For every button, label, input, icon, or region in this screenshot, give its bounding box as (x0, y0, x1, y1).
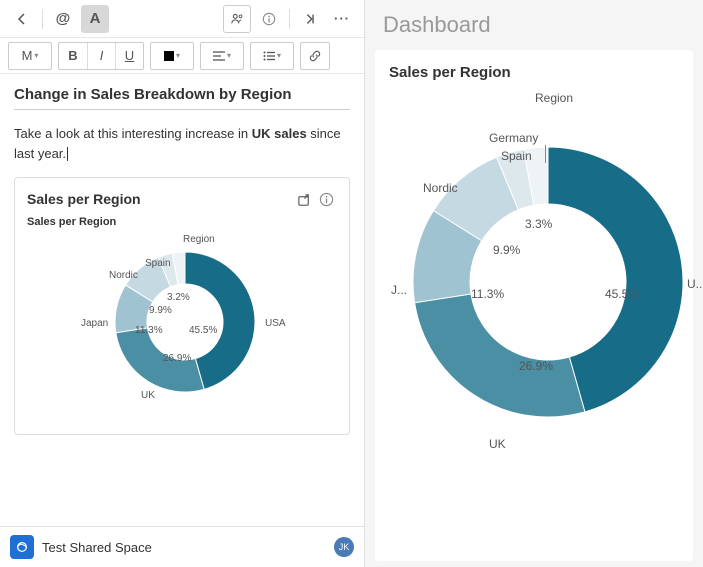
chart-card-title: Sales per Region (27, 191, 293, 207)
pct-455-big: 45.5% (605, 287, 639, 301)
label-uk: UK (141, 390, 155, 401)
legend-title: Region (183, 234, 215, 245)
label-spain: Spain (145, 258, 171, 269)
leader-line (545, 145, 546, 163)
pct-113: 11.3% (135, 325, 163, 336)
chart-subtitle: Sales per Region (27, 216, 337, 228)
legend-title: Region (535, 91, 573, 105)
list-dropdown[interactable]: ▾ (251, 43, 293, 69)
pct-99-big: 9.9% (493, 243, 520, 257)
share-people-button[interactable] (223, 5, 251, 33)
top-toolbar: @ A ··· (0, 0, 364, 38)
para-bold: UK sales (252, 126, 307, 141)
heading-text[interactable]: Change in Sales Breakdown by Region (14, 86, 350, 110)
footer-bar: Test Shared Space JK (0, 526, 364, 567)
label-japan: Japan (81, 318, 108, 329)
dashboard-chart: Region U... UK J... Nordic Spain Germany… (389, 87, 679, 507)
embedded-chart-card: Sales per Region Sales per Region Region… (14, 177, 350, 435)
italic-button[interactable]: I (87, 43, 115, 69)
text-cursor (67, 147, 68, 161)
space-name[interactable]: Test Shared Space (42, 540, 326, 555)
align-dropdown[interactable]: ▾ (201, 43, 243, 69)
separator (42, 9, 43, 29)
pct-269-big: 26.9% (519, 359, 553, 373)
pct-32: 3.2% (167, 292, 190, 303)
chart-info-icon[interactable] (315, 188, 337, 210)
separator (289, 9, 290, 29)
link-button[interactable] (301, 43, 329, 69)
paragraph-text[interactable]: Take a look at this interesting increase… (14, 124, 350, 163)
label-usa: USA (265, 318, 286, 329)
pct-113-big: 11.3% (471, 287, 504, 301)
pct-269: 26.9% (163, 353, 191, 364)
label-usa-big: U... (687, 277, 703, 291)
underline-button[interactable]: U (115, 43, 143, 69)
pct-455: 45.5% (189, 325, 217, 336)
space-icon[interactable] (10, 535, 34, 559)
editor-body[interactable]: Change in Sales Breakdown by Region Take… (0, 74, 364, 526)
paragraph-style-dropdown[interactable]: M▾ (9, 43, 51, 69)
para-pre: Take a look at this interesting increase… (14, 126, 252, 141)
user-avatar[interactable]: JK (334, 537, 354, 557)
export-icon[interactable] (293, 188, 315, 210)
pct-99: 9.9% (149, 305, 172, 316)
pct-33-big: 3.3% (525, 217, 552, 231)
label-nordic-big: Nordic (423, 181, 458, 195)
text-color-dropdown[interactable]: ▾ (151, 43, 193, 69)
more-button[interactable]: ··· (328, 5, 356, 33)
embedded-chart: Region USA UK Japan Nordic Spain 45.5% 2… (27, 230, 337, 430)
collapse-button[interactable] (296, 5, 324, 33)
editor-pane: @ A ··· M▾ B I U ▾ ▾ ▾ Change in Sales B (0, 0, 365, 567)
label-germany-big: Germany (489, 131, 538, 145)
format-toolbar: M▾ B I U ▾ ▾ ▾ (0, 38, 364, 74)
info-button[interactable] (255, 5, 283, 33)
mention-button[interactable]: @ (49, 5, 77, 33)
dashboard-card: Sales per Region Region U... UK J... Nor… (375, 50, 693, 561)
bold-button[interactable]: B (59, 43, 87, 69)
color-swatch-icon (164, 51, 174, 61)
back-button[interactable] (8, 5, 36, 33)
dashboard-title: Dashboard (365, 0, 703, 44)
label-uk-big: UK (489, 437, 506, 451)
label-spain-big: Spain (501, 149, 532, 163)
label-japan-big: J... (391, 283, 407, 297)
dashboard-pane: Dashboard Sales per Region Region U... U… (365, 0, 703, 567)
dashboard-card-title: Sales per Region (389, 64, 679, 81)
text-style-button[interactable]: A (81, 5, 109, 33)
label-nordic: Nordic (109, 270, 138, 281)
